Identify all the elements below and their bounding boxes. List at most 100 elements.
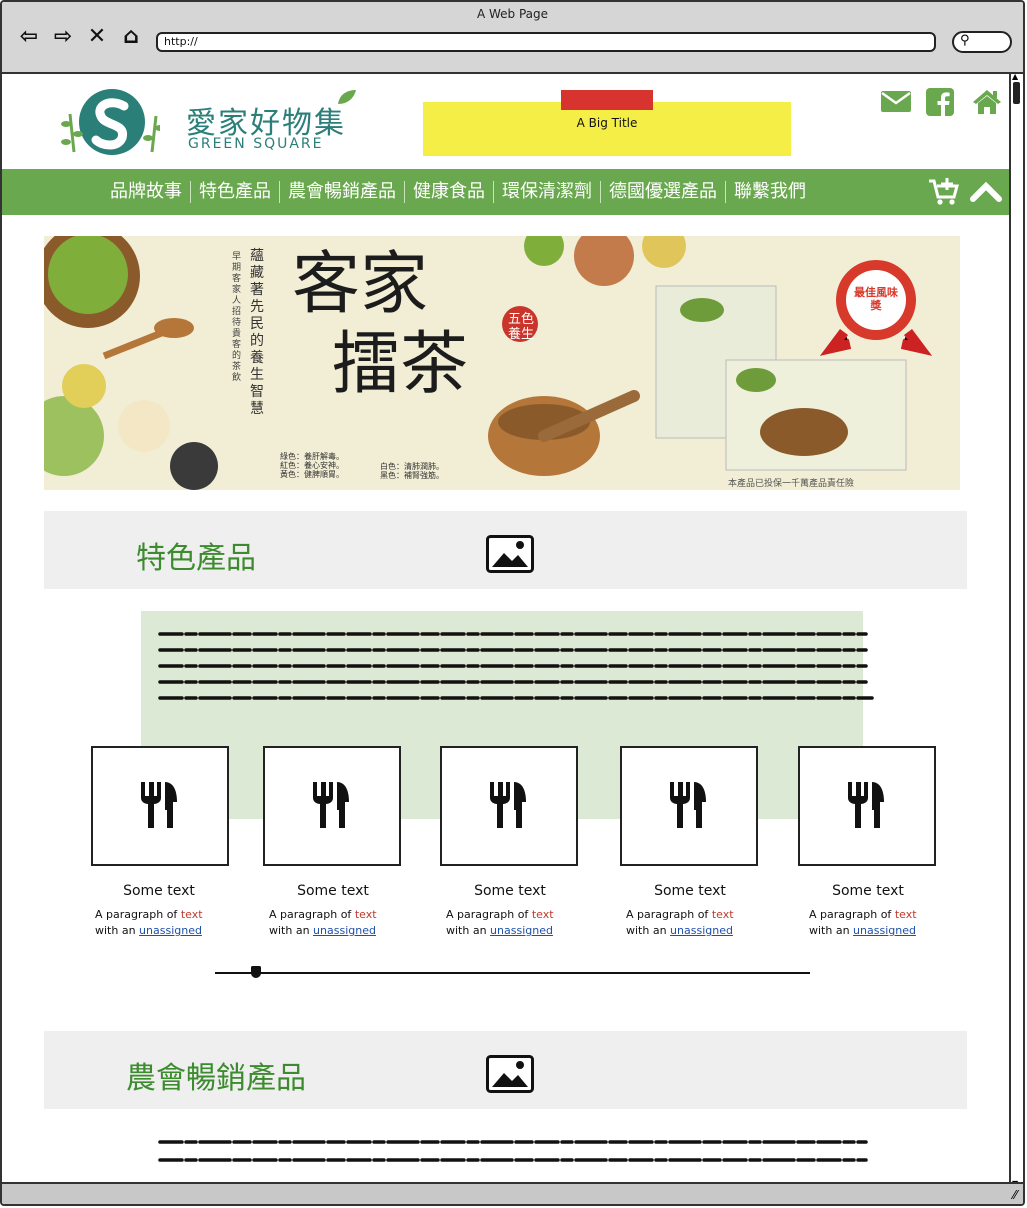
banner-seal: 五色養生 [507,312,534,342]
card-para-text: A paragraph of [626,908,712,921]
scroll-up-icon[interactable]: ▲ [1012,72,1018,81]
card-para-highlight: text [894,908,917,921]
vertical-scrollbar[interactable]: ▲ ▼ [1009,72,1023,1188]
card-link[interactable]: unassigned [139,924,202,937]
nav-item-featured[interactable]: 特色產品 [191,181,280,203]
back-icon[interactable]: ⇦ [16,24,42,50]
carousel-slider[interactable] [215,966,810,978]
card-para-text: with an [269,924,314,937]
leaf-icon [338,90,356,104]
card-para-text: A paragraph of [446,908,532,921]
utensils-icon [670,782,706,828]
mail-icon[interactable] [880,88,912,118]
card-paragraph: A paragraph of text with an unassigned [809,907,959,939]
home-outline-icon[interactable]: ⌂ [118,24,144,50]
nav-items: 品牌故事 特色產品 農會暢銷產品 健康食品 環保清潔劑 德國優選產品 聯繫我們 [102,169,814,215]
forward-icon[interactable]: ⇨ [50,24,76,50]
browser-window: A Web Page ⇦ ⇨ ✕ ⌂ http:// ⚲ 愛家好物集 GREEN… [0,0,1025,1206]
nav-item-eco-cleaners[interactable]: 環保清潔劑 [494,181,601,203]
card-para-text: with an [95,924,140,937]
logo[interactable]: 愛家好物集 GREEN SQUARE [60,84,360,164]
card-paragraph: A paragraph of text with an unassigned [95,907,245,939]
card-para-text: with an [626,924,671,937]
legend-red: 紅色：養心安神。 [280,461,344,470]
slider-handle[interactable] [251,966,261,978]
browser-nav-buttons: ⇦ ⇨ ✕ ⌂ [16,24,144,50]
facebook-icon[interactable] [926,88,958,118]
chevron-up-icon[interactable] [970,179,1002,205]
legend-white: 白色：清肺潤肺。 [380,462,444,471]
banner-footer-note: 本產品已投保一千萬產品責任險 [728,479,855,489]
hero-banner[interactable]: 客家 擂茶 五色養生 蘊藏著先民的養生智慧 早期客家人招待貴客的茶飲 最佳風味獎… [44,236,960,490]
card-title: Some text [654,883,726,899]
product-card[interactable] [620,746,758,866]
section-title: 特色產品 [136,541,256,576]
product-card[interactable] [440,746,578,866]
card-title: Some text [474,883,546,899]
card-title: Some text [832,883,904,899]
card-para-highlight: text [531,908,554,921]
logo-english: GREEN SQUARE [188,136,324,152]
text-scribble [158,632,874,700]
url-input[interactable]: http:// [156,32,936,52]
big-title-note: A Big Title [423,90,791,156]
section-title: 農會暢銷產品 [126,1061,306,1096]
close-icon[interactable]: ✕ [84,24,110,50]
browser-statusbar: ⁄⁄ [2,1182,1023,1204]
top-icons [880,88,1004,118]
utensils-icon [313,782,349,828]
card-para-text: A paragraph of [269,908,355,921]
section-featured-header: 特色產品 [44,511,967,589]
card-para-highlight: text [354,908,377,921]
nav-item-contact[interactable]: 聯繫我們 [726,181,814,203]
image-placeholder-icon [486,1055,534,1093]
legend-green: 綠色：養肝解毒。 [280,452,344,461]
section-farm-header: 農會暢銷產品 [44,1031,967,1109]
search-icon: ⚲ [960,33,970,48]
main-navbar: 品牌故事 特色產品 農會暢銷產品 健康食品 環保清潔劑 德國優選產品 聯繫我們 [2,169,1014,215]
text-scribble [158,1140,868,1162]
card-paragraph: A paragraph of text with an unassigned [446,907,596,939]
nav-item-health-food[interactable]: 健康食品 [405,181,494,203]
utensils-icon [490,782,526,828]
card-link[interactable]: unassigned [313,924,376,937]
big-title-text: A Big Title [576,116,638,130]
banner-illustration [44,236,960,490]
resize-grip-icon[interactable]: ⁄⁄ [1013,1188,1017,1202]
banner-slogan: 蘊藏著先民的養生智慧 [250,248,264,417]
cart-add-icon[interactable] [928,178,960,206]
scroll-thumb[interactable] [1013,82,1020,104]
banner-title-line1: 客家 [292,245,429,324]
banner-award-badge: 最佳風味獎 [854,286,898,312]
window-title: A Web Page [476,7,549,21]
image-placeholder-icon [486,535,534,573]
logo-mark-icon [61,89,160,155]
card-para-highlight: text [711,908,734,921]
banner-subslogan: 早期客家人招待貴客的茶飲 [232,252,242,383]
card-para-text: with an [446,924,491,937]
product-card[interactable] [91,746,229,866]
nav-item-brand-story[interactable]: 品牌故事 [102,181,191,203]
legend-black: 黑色：補腎強筋。 [380,471,444,480]
banner-title-line2: 擂茶 [332,325,469,404]
nav-item-german-picks[interactable]: 德國優選產品 [601,181,726,203]
card-link[interactable]: unassigned [670,924,733,937]
card-title: Some text [123,883,195,899]
browser-titlebar: A Web Page ⇦ ⇨ ✕ ⌂ http:// ⚲ [2,2,1023,74]
product-card[interactable] [798,746,936,866]
card-link[interactable]: unassigned [853,924,916,937]
card-paragraph: A paragraph of text with an unassigned [269,907,419,939]
nav-item-farm-bestsellers[interactable]: 農會暢銷產品 [280,181,405,203]
card-para-text: A paragraph of [95,908,181,921]
utensils-icon [141,782,177,828]
home-icon[interactable] [972,88,1004,118]
card-paragraph: A paragraph of text with an unassigned [626,907,776,939]
browser-search-field[interactable]: ⚲ [952,31,1012,53]
legend-yellow: 黃色：健脾順胃。 [280,470,344,479]
product-card[interactable] [263,746,401,866]
card-title: Some text [297,883,369,899]
utensils-icon [848,782,884,828]
card-para-highlight: text [180,908,203,921]
card-link[interactable]: unassigned [490,924,553,937]
card-para-text: with an [809,924,854,937]
